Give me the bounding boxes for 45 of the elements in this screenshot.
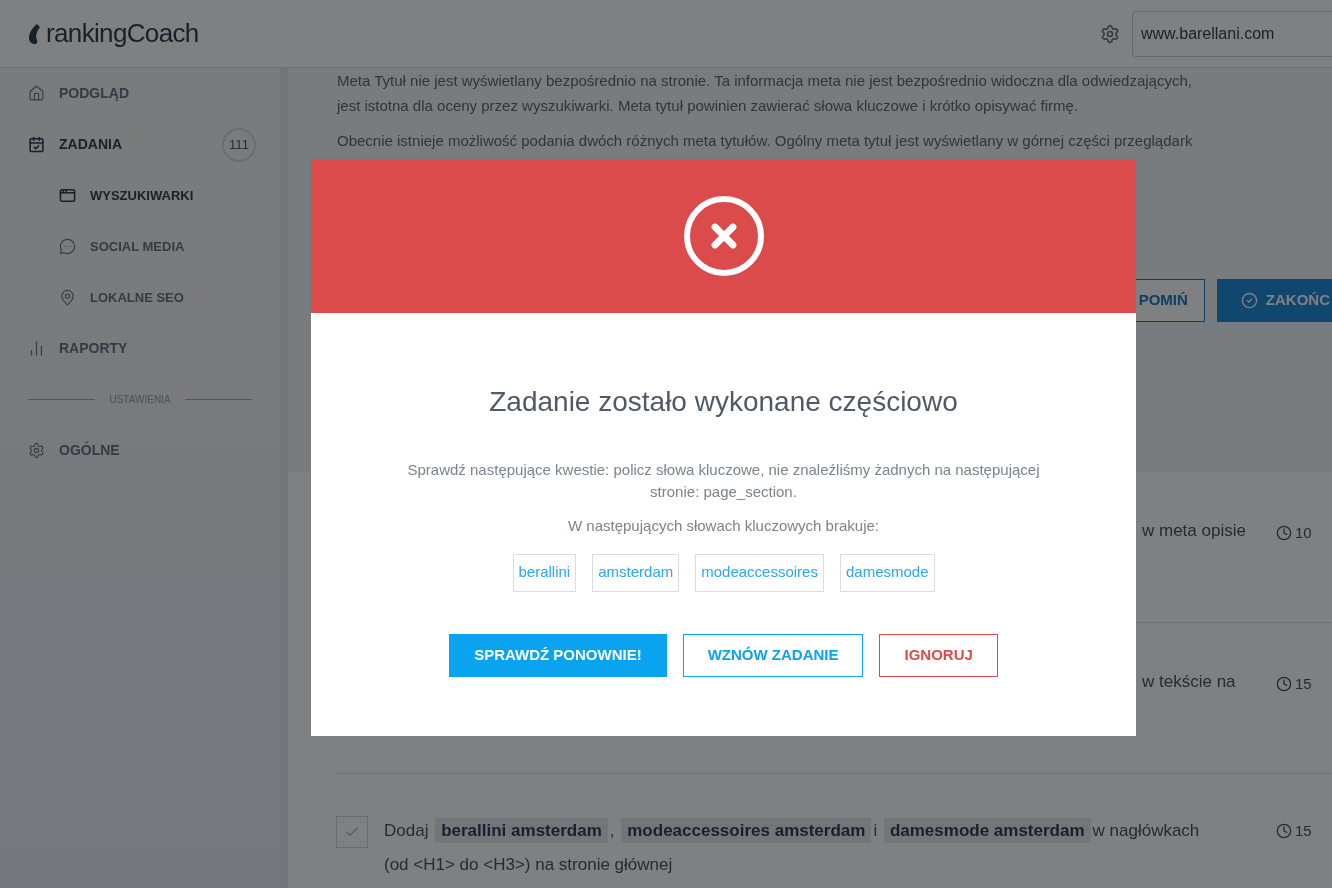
task-duration: 15: [1295, 674, 1312, 694]
settings-icon[interactable]: [1100, 23, 1120, 44]
sidebar-item[interactable]: LOKALNE SEO: [59, 287, 184, 308]
keyword-tag: berallini: [512, 553, 577, 592]
finish-button[interactable]: ZAKOŃC: [1216, 279, 1332, 322]
clock-icon: [1276, 676, 1292, 693]
check-circle-icon: [1240, 292, 1258, 309]
task-text: Dodaj berallini amsterdam , modeaccessoires amsterdam i damesmode amsterdam w nagłówkach: [384, 816, 1258, 846]
description-text: Meta Tytuł nie jest wyświetlany bezpośrednio na stronie. Ta informacja meta nie jest bezpośrednio widoczna dla odwiedzających,: [337, 71, 1193, 91]
sidebar-item[interactable]: OGÓLNE: [28, 440, 120, 461]
task-duration: 10: [1295, 523, 1312, 543]
sidebar-item[interactable]: RAPORTY: [28, 338, 128, 359]
dialog-message: Sprawdź następujące kwestie: policz słowa kluczowe, nie znaleźliśmy żadnych na następującej stronie: page_section.: [406, 460, 1041, 502]
calendar-check-icon: [28, 136, 45, 153]
sidebar-item[interactable]: ZADANIA: [28, 134, 122, 155]
count-badge: 111: [222, 127, 256, 162]
keyword-tag: modeaccessoires: [695, 553, 824, 592]
task-text: (od <H1> do <H3>) na stronie głównej: [384, 854, 674, 876]
description-text: jest istotna dla oceny przez wyszukiwarki. Meta tytuł powinien zawierać słowa kluczowe i krótko opisywać firmę.: [337, 96, 1080, 116]
home-icon: [28, 85, 45, 102]
description-text: Obecnie istnieje możliwość podania dwóch różnych meta tytułów. Ogólny meta tytuł jest wyświetlany w górnej części przeglądark: [337, 131, 1194, 151]
map-pin-icon: [59, 289, 76, 306]
missing-keywords-label: W następujących słowach kluczowych brakuje:: [568, 516, 879, 536]
bar-chart-icon: [28, 340, 45, 357]
browser-window-icon: [59, 187, 76, 204]
task-text: w tekście na: [1142, 671, 1236, 693]
keyword-tag: amsterdam: [592, 553, 680, 592]
dialog-title: Zadanie zostało wykonane częściowo: [489, 385, 958, 419]
recheck-button[interactable]: SPRAWDŹ PONOWNIE!: [449, 633, 667, 677]
sidebar-item[interactable]: SOCIAL MEDIA: [59, 236, 185, 257]
sidebar-item[interactable]: WYSZUKIWARKI: [59, 185, 194, 206]
website-field[interactable]: www.barellani.com: [1132, 10, 1332, 57]
settings-icon: [28, 442, 45, 459]
drop-logo-icon: [28, 22, 42, 45]
keyword-tag: damesmode: [839, 553, 935, 592]
task-text: w meta opisie: [1142, 520, 1246, 542]
clock-icon: [1276, 823, 1292, 840]
logo-text: rankingCoach: [46, 17, 199, 50]
ignore-button[interactable]: IGNORUJ: [879, 633, 998, 677]
task-duration: 15: [1295, 821, 1312, 841]
task-checkbox[interactable]: [336, 816, 368, 848]
resume-button[interactable]: WZNÓW ZADANIE: [682, 633, 864, 677]
chat-bubble-icon: [59, 238, 76, 255]
clock-icon: [1276, 525, 1292, 542]
sidebar-item[interactable]: PODGLĄD: [28, 83, 129, 104]
